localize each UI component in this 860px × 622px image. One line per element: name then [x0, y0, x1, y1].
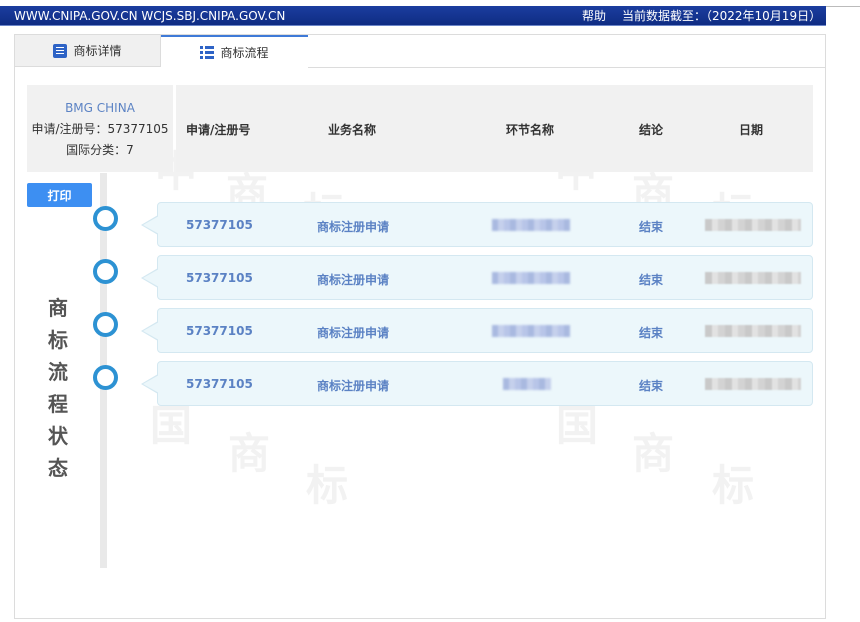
record-conclusion: 结束 [639, 273, 664, 287]
record-step-redacted [492, 325, 570, 337]
record-step-redacted [503, 378, 551, 390]
record-reg-no: 57377105 [186, 271, 253, 285]
timeline-node [93, 206, 118, 231]
timeline-node [93, 312, 118, 337]
title-char: 状 [48, 424, 68, 448]
record-reg-no: 57377105 [186, 377, 253, 391]
record-date-redacted [705, 219, 801, 231]
record-conclusion: 结束 [639, 326, 664, 340]
top-banner: WWW.CNIPA.GOV.CN WCJS.SBJ.CNIPA.GOV.CN 帮… [0, 6, 826, 26]
record-conclusion: 结束 [639, 220, 664, 234]
tab-trademark-detail[interactable]: 商标详情 [15, 35, 161, 67]
flow-record: 57377105 商标注册申请 结束 [141, 255, 813, 300]
column-header-date: 日期 [739, 123, 764, 137]
title-char: 商 [48, 296, 68, 320]
top-corner-line [826, 6, 860, 7]
international-class: 国际分类：7 [66, 143, 134, 157]
tab-divider [308, 67, 825, 68]
vertical-title: 商 标 流 程 状 态 [43, 292, 73, 484]
flow-record: 57377105 商标注册申请 结束 [141, 361, 813, 406]
record-conclusion: 结束 [639, 379, 664, 393]
help-link[interactable]: 帮助 [582, 6, 606, 26]
title-char: 态 [48, 456, 68, 480]
registration-number: 申请/注册号：57377105 [31, 122, 169, 136]
column-header-reg-no: 申请/注册号 [186, 123, 251, 137]
tab-label: 商标流程 [220, 45, 269, 60]
document-icon [53, 43, 68, 58]
data-date: 当前数据截至：（2022年10月19日） [622, 9, 822, 23]
record-step-redacted [492, 272, 570, 284]
record-reg-no: 57377105 [186, 218, 253, 232]
record-step-redacted [492, 219, 570, 231]
column-header-conclusion: 结论 [639, 123, 664, 137]
tab-trademark-flow[interactable]: 商标流程 [161, 35, 308, 67]
record-business: 商标注册申请 [317, 379, 390, 393]
record-date-redacted [705, 272, 801, 284]
record-date-redacted [705, 325, 801, 337]
flow-record: 57377105 商标注册申请 结束 [141, 202, 813, 247]
title-char: 流 [48, 360, 68, 384]
timeline-node [93, 259, 118, 284]
title-char: 程 [48, 392, 68, 416]
timeline-node [93, 365, 118, 390]
company-name: BMG CHINA [65, 101, 135, 115]
record-business: 商标注册申请 [317, 273, 390, 287]
flow-record: 57377105 商标注册申请 结束 [141, 308, 813, 353]
record-date-redacted [705, 378, 801, 390]
title-char: 标 [48, 328, 68, 352]
record-business: 商标注册申请 [317, 326, 390, 340]
site-domains[interactable]: WWW.CNIPA.GOV.CN WCJS.SBJ.CNIPA.GOV.CN [14, 6, 285, 26]
record-reg-no: 57377105 [186, 324, 253, 338]
trademark-summary: BMG CHINA 申请/注册号：57377105 国际分类：7 [27, 85, 173, 172]
record-business: 商标注册申请 [317, 220, 390, 234]
table-header: 申请/注册号 业务名称 环节名称 结论 日期 [176, 85, 813, 172]
print-button[interactable]: 打印 [27, 183, 92, 207]
column-header-step: 环节名称 [506, 123, 555, 137]
tab-label: 商标详情 [73, 44, 122, 58]
list-icon [200, 45, 215, 59]
column-header-business: 业务名称 [328, 123, 377, 137]
